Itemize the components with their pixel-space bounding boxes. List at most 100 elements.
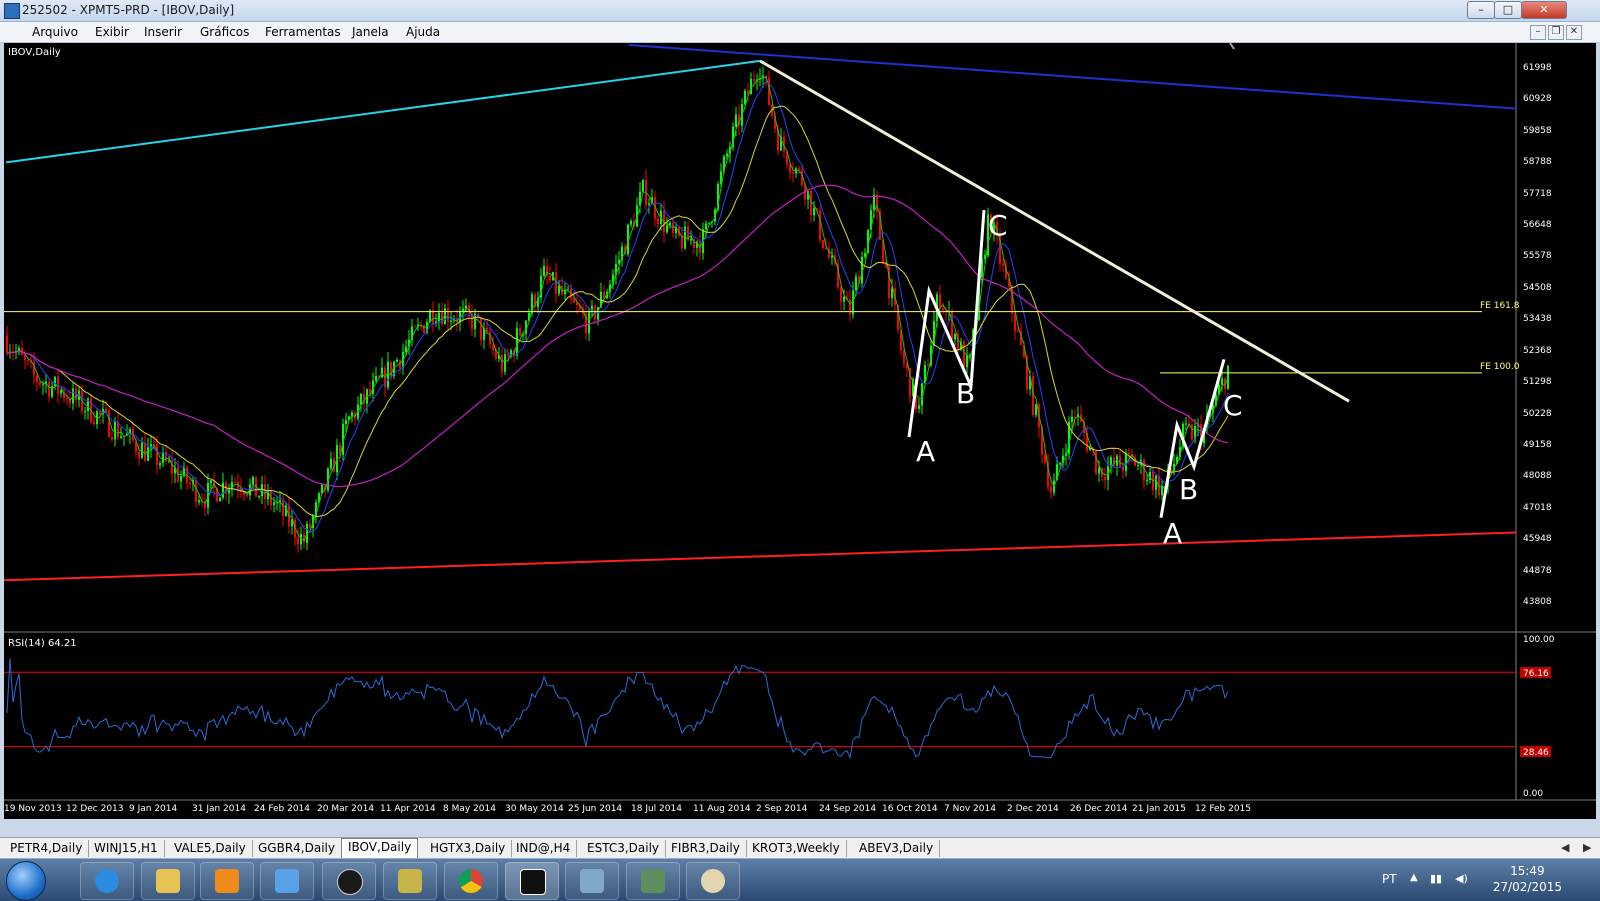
price-tick: 61998 <box>1523 63 1552 73</box>
date-label: 21 Jan 2015 <box>1132 804 1186 814</box>
taskbar-app4-button[interactable] <box>626 862 680 900</box>
tab-vale5[interactable]: VALE5,Daily <box>168 840 253 857</box>
close-button[interactable]: ✕ <box>1521 1 1567 19</box>
menu-inserir[interactable]: Inserir <box>144 25 182 39</box>
candle-bull <box>210 480 212 484</box>
mdi-minimize-button[interactable]: – <box>1530 25 1546 40</box>
mdi-close-button[interactable]: ✕ <box>1566 25 1582 40</box>
clock[interactable]: 15:49 27/02/2015 <box>1493 863 1562 895</box>
maximize-button[interactable]: □ <box>1494 1 1522 19</box>
date-label: 12 Dec 2013 <box>66 804 124 814</box>
tab-ibov[interactable]: IBOV,Daily <box>341 838 419 859</box>
wave-label-b: B <box>956 377 975 410</box>
price-chart[interactable]: IBOV,Daily RSI(14) 64.21 61998 60928 598… <box>4 43 1596 819</box>
menu-graficos[interactable]: Gráficos <box>200 25 249 39</box>
menu-exibir[interactable]: Exibir <box>95 25 129 39</box>
tab-abev3[interactable]: ABEV3,Daily <box>853 840 941 857</box>
taskbar-paint-button[interactable] <box>686 862 740 900</box>
taskbar-hp-button[interactable] <box>322 862 376 900</box>
date-label: 19 Nov 2013 <box>4 804 62 814</box>
candle-bull <box>1161 486 1163 496</box>
grid-layer <box>4 43 1596 801</box>
candle-bear <box>825 248 827 250</box>
tab-krot3[interactable]: KROT3,Weekly <box>746 840 847 857</box>
app-icon[interactable] <box>4 3 20 19</box>
candle-bull <box>1185 423 1187 425</box>
candle-bear <box>1002 263 1004 266</box>
menu-janela[interactable]: Janela <box>352 25 389 39</box>
candle-bull <box>1137 464 1139 466</box>
tab-fibr3[interactable]: FIBR3,Daily <box>665 840 747 857</box>
candle-bear <box>789 164 791 173</box>
candle-bear <box>27 359 29 361</box>
candle-bear <box>195 479 197 503</box>
tray-expand-icon[interactable]: ▲ <box>1410 872 1418 883</box>
candle-bull <box>1227 365 1229 389</box>
candle-bull <box>708 222 710 224</box>
candle-bull <box>222 482 224 498</box>
candle-bear <box>297 537 299 545</box>
candle-bull <box>690 238 692 241</box>
taskbar-chrome-button[interactable] <box>444 862 498 900</box>
date-label: 8 May 2014 <box>443 804 496 814</box>
candle-bear <box>36 375 38 383</box>
mdi-restore-button[interactable]: ❐ <box>1548 25 1564 40</box>
candle-bear <box>549 275 551 281</box>
candle-bear <box>48 381 50 397</box>
date-label: 31 Jan 2014 <box>192 804 246 814</box>
minimize-button[interactable]: – <box>1467 1 1495 19</box>
candle-bear <box>1017 330 1019 332</box>
tab-scroll-right-icon[interactable]: ▶ <box>1583 841 1591 854</box>
clock-time: 15:49 <box>1510 864 1545 878</box>
taskbar-app3-button[interactable] <box>565 862 619 900</box>
taskbar-app2-button[interactable] <box>383 862 437 900</box>
tab-winj15[interactable]: WINJ15,H1 <box>88 840 165 857</box>
taskbar-media-button[interactable] <box>200 862 254 900</box>
candle-bull <box>567 289 569 291</box>
menu-arquivo[interactable]: Arquivo <box>32 25 78 39</box>
network-icon[interactable]: ▮▮ <box>1430 872 1442 885</box>
price-tick: 44878 <box>1523 566 1552 576</box>
candle-bear <box>264 484 266 499</box>
candle-bull <box>120 436 122 438</box>
candle-bull <box>966 354 968 368</box>
candle-bear <box>507 354 509 357</box>
tab-petr4[interactable]: PETR4,Daily <box>4 840 90 857</box>
candle-bull <box>330 458 332 469</box>
language-indicator[interactable]: PT <box>1382 872 1397 886</box>
price-tick: 51298 <box>1523 377 1552 387</box>
taskbar-xp-button[interactable] <box>505 862 559 900</box>
menu-ferramentas[interactable]: Ferramentas <box>265 25 341 39</box>
candle-bear <box>822 240 824 249</box>
taskbar-ie-button[interactable] <box>80 862 134 900</box>
date-label: 11 Aug 2014 <box>693 804 751 814</box>
chart-area[interactable]: IBOV,Daily RSI(14) 64.21 61998 60928 598… <box>4 43 1596 819</box>
candle-bull <box>642 179 644 192</box>
trendlines-layer <box>4 44 1517 582</box>
candle-bull <box>1098 468 1100 474</box>
app-icon <box>641 869 665 893</box>
volume-icon[interactable]: ◀) <box>1455 872 1468 885</box>
price-tick: 50228 <box>1523 409 1552 419</box>
tab-ggbr4[interactable]: GGBR4,Daily <box>252 840 342 857</box>
candle-bull <box>1146 480 1148 482</box>
tab-estc3[interactable]: ESTC3,Daily <box>581 840 667 857</box>
price-tick: 57718 <box>1523 189 1552 199</box>
start-button[interactable] <box>6 861 46 901</box>
candle-bear <box>486 328 488 332</box>
candle-bear <box>792 172 794 174</box>
tab-ind-h4[interactable]: IND@,H4 <box>510 840 578 857</box>
date-label: 30 May 2014 <box>505 804 564 814</box>
wave-label-a: A <box>1163 517 1182 550</box>
date-label: 20 Mar 2014 <box>317 804 374 814</box>
taskbar-app-button[interactable] <box>260 862 314 900</box>
tab-hgtx3[interactable]: HGTX3,Daily <box>424 840 513 857</box>
candle-bear <box>1032 376 1034 416</box>
candle-bear <box>963 341 965 368</box>
taskbar-explorer-button[interactable] <box>141 862 195 900</box>
rsi-layer <box>4 658 1516 760</box>
menu-ajuda[interactable]: Ajuda <box>406 25 440 39</box>
downtrend-line <box>759 59 1350 403</box>
candle-bull <box>381 367 383 378</box>
tab-scroll-left-icon[interactable]: ◀ <box>1561 841 1569 854</box>
